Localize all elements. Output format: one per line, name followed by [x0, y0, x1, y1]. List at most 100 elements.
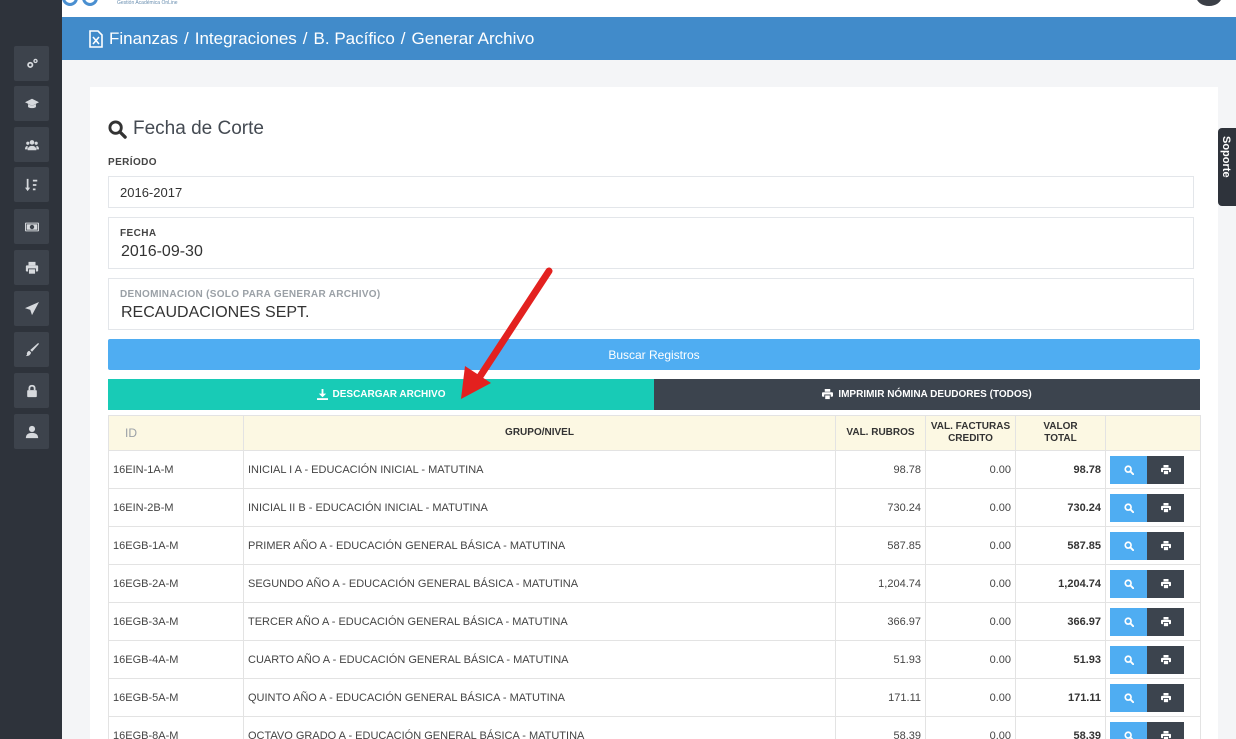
- row-actions: [1110, 455, 1200, 484]
- view-row-button[interactable]: [1110, 493, 1147, 522]
- logo[interactable]: [62, 0, 102, 8]
- periodo-label: PERÍODO: [108, 157, 157, 168]
- breadcrumb-finanzas[interactable]: Finanzas: [109, 29, 178, 49]
- page-title: Generar Archivo: [411, 28, 535, 48]
- cell-grupo: INICIAL I A - EDUCACIÓN INICIAL - MATUTI…: [243, 450, 836, 489]
- print-row-button[interactable]: [1147, 607, 1184, 636]
- sidebar-finance-button[interactable]: [14, 209, 49, 244]
- view-row-button[interactable]: [1110, 531, 1147, 560]
- fecha-field[interactable]: FECHA 2016-09-30: [108, 217, 1194, 269]
- print-icon: [1160, 692, 1171, 703]
- view-row-button[interactable]: [1110, 645, 1147, 674]
- print-row-button[interactable]: [1147, 493, 1184, 522]
- table-row: 16EIN-1A-M INICIAL I A - EDUCACIÓN INICIA…: [108, 450, 1201, 489]
- soporte-tab[interactable]: Soporte: [1218, 128, 1236, 206]
- sidebar-lock-button[interactable]: [14, 373, 49, 408]
- periodo-value: 2016-2017: [120, 185, 183, 200]
- print-icon: [822, 389, 834, 400]
- table-row: 16EGB-2A-M SEGUNDO AÑO A - EDUCACIÓN GENE…: [108, 564, 1201, 603]
- cell-val-facturas: 0.00: [925, 526, 1016, 565]
- print-row-button[interactable]: [1147, 569, 1184, 598]
- soporte-label: Soporte: [1220, 136, 1232, 178]
- fecha-value: 2016-09-30: [121, 243, 203, 260]
- cell-grupo: PRIMER AÑO A - EDUCACIÓN GENERAL BÁSICA …: [243, 526, 836, 565]
- sidebar-sort-button[interactable]: [14, 167, 49, 202]
- view-row-button[interactable]: [1110, 721, 1147, 739]
- annotation-arrow: [461, 267, 553, 399]
- table-row: 16EIN-2B-M INICIAL II B - EDUCACIÓN INICI…: [108, 488, 1201, 527]
- cell-id: 16EGB-2A-M: [108, 564, 244, 603]
- print-row-button[interactable]: [1147, 455, 1184, 484]
- money-icon: [24, 222, 39, 231]
- print-row-button[interactable]: [1147, 645, 1184, 674]
- column-header-id[interactable]: ID: [108, 415, 244, 451]
- print-row-button[interactable]: [1147, 531, 1184, 560]
- cell-actions: [1105, 564, 1201, 603]
- sidebar-profile-button[interactable]: [14, 414, 49, 449]
- print-icon: [1160, 730, 1171, 739]
- registros-table: ID GRUPO/NIVEL VAL. RUBROS VAL. FACTURAS…: [108, 415, 1201, 739]
- row-actions: [1110, 531, 1200, 560]
- top-bar: Gestión Académica OnLine: [0, 0, 1236, 17]
- column-header-valor-total[interactable]: VALOR TOTAL: [1015, 415, 1106, 451]
- descargar-archivo-button[interactable]: DESCARGAR ARCHIVO: [108, 379, 654, 410]
- print-icon: [1160, 464, 1171, 475]
- view-row-button[interactable]: [1110, 569, 1147, 598]
- cell-grupo: OCTAVO GRADO A - EDUCACIÓN GENERAL BÁSIC…: [243, 716, 836, 739]
- breadcrumb-separator: /: [302, 28, 308, 48]
- view-row-button[interactable]: [1110, 455, 1147, 484]
- sidebar-brush-button[interactable]: [14, 332, 49, 367]
- sidebar-print-button[interactable]: [14, 250, 49, 285]
- denominacion-label: DENOMINACION (SOLO PARA GENERAR ARCHIVO): [120, 289, 381, 300]
- cell-actions: [1105, 640, 1201, 679]
- denominacion-field[interactable]: DENOMINACION (SOLO PARA GENERAR ARCHIVO)…: [108, 278, 1194, 330]
- cell-val-rubros: 171.11: [835, 678, 926, 717]
- view-row-button[interactable]: [1110, 683, 1147, 712]
- table-row: 16EGB-8A-M OCTAVO GRADO A - EDUCACIÓN GEN…: [108, 716, 1201, 739]
- column-header-val-facturas-line1: VAL. FACTURAS: [930, 421, 1011, 432]
- cell-id: 16EGB-5A-M: [108, 678, 244, 717]
- buscar-registros-button[interactable]: Buscar Registros: [108, 339, 1200, 370]
- sidebar-academic-button[interactable]: [14, 86, 49, 121]
- breadcrumb-integraciones[interactable]: Integraciones: [195, 29, 297, 49]
- cell-valor-total: 51.93: [1015, 640, 1106, 679]
- print-icon: [1160, 654, 1171, 665]
- cell-id: 16EGB-8A-M: [108, 716, 244, 739]
- graduation-cap-icon: [24, 98, 39, 108]
- cell-grupo: CUARTO AÑO A - EDUCACIÓN GENERAL BÁSICA …: [243, 640, 836, 679]
- view-row-button[interactable]: [1110, 607, 1147, 636]
- column-header-val-facturas[interactable]: VAL. FACTURAS CREDITO: [925, 415, 1016, 451]
- cell-valor-total: 730.24: [1015, 488, 1106, 527]
- sidebar: [0, 0, 62, 739]
- column-header-grupo[interactable]: GRUPO/NIVEL: [243, 415, 836, 451]
- user-avatar[interactable]: [1196, 0, 1222, 6]
- row-actions: [1110, 645, 1200, 674]
- table-row: 16EGB-4A-M CUARTO AÑO A - EDUCACIÓN GENER…: [108, 640, 1201, 679]
- send-icon: [24, 301, 39, 315]
- sidebar-users-button[interactable]: [14, 127, 49, 162]
- table-row: 16EGB-5A-M QUINTO AÑO A - EDUCACIÓN GENER…: [108, 678, 1201, 717]
- descargar-archivo-label: DESCARGAR ARCHIVO: [332, 389, 446, 400]
- cogs-icon: [26, 58, 38, 68]
- cell-actions: [1105, 602, 1201, 641]
- download-icon: [316, 389, 328, 400]
- periodo-select[interactable]: 2016-2017: [108, 176, 1194, 208]
- print-icon: [25, 261, 38, 275]
- print-icon: [1160, 578, 1171, 589]
- print-row-button[interactable]: [1147, 683, 1184, 712]
- print-row-button[interactable]: [1147, 721, 1184, 739]
- imprimir-nomina-button[interactable]: IMPRIMIR NÓMINA DEUDORES (TODOS): [654, 379, 1200, 410]
- user-icon: [25, 425, 38, 438]
- cell-val-facturas: 0.00: [925, 716, 1016, 739]
- breadcrumb-banco[interactable]: B. Pacífico: [314, 29, 395, 49]
- column-header-val-rubros[interactable]: VAL. RUBROS: [835, 415, 926, 451]
- search-icon: [1123, 578, 1134, 589]
- cell-grupo: QUINTO AÑO A - EDUCACIÓN GENERAL BÁSICA …: [243, 678, 836, 717]
- cell-id: 16EIN-2B-M: [108, 488, 244, 527]
- search-icon: [1123, 654, 1134, 665]
- search-icon: [1123, 464, 1134, 475]
- lock-icon: [26, 384, 37, 397]
- sidebar-settings-button[interactable]: [14, 46, 49, 81]
- cell-actions: [1105, 678, 1201, 717]
- sidebar-send-button[interactable]: [14, 291, 49, 326]
